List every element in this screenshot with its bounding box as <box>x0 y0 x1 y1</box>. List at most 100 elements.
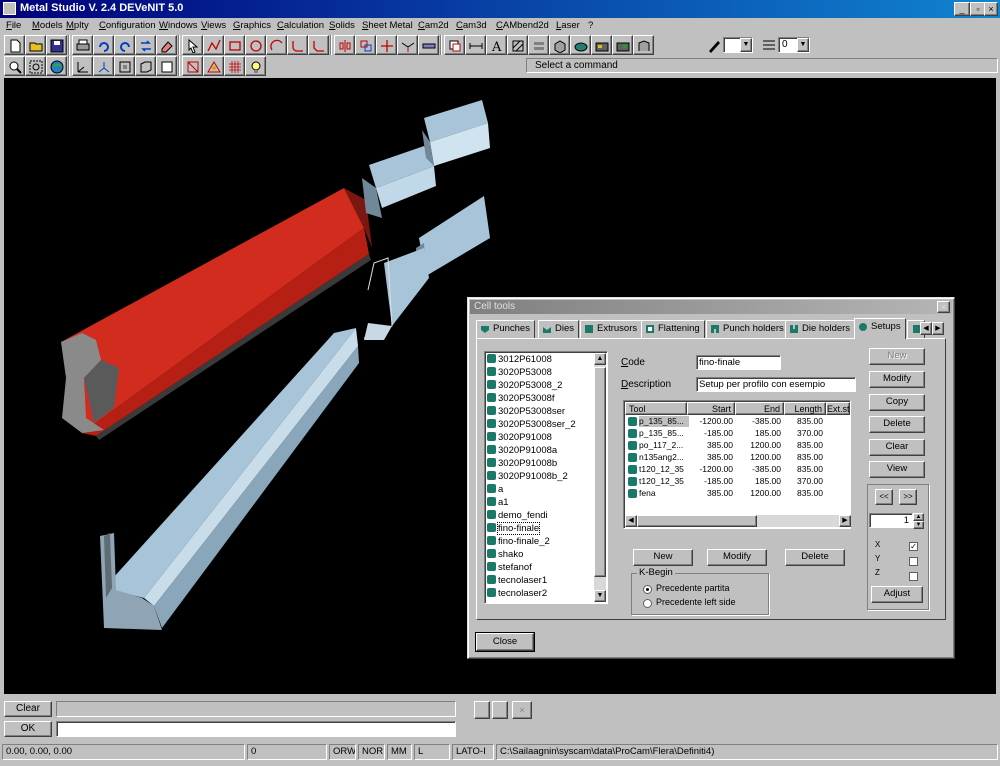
color-select[interactable]: ▼ <box>723 37 753 53</box>
tab-punch-holders[interactable]: Punch holders <box>706 320 789 338</box>
menu-solids[interactable]: Solids <box>329 20 355 31</box>
col-header-end[interactable]: End <box>735 402 784 415</box>
description-field[interactable]: Setup per profilo con esempio <box>696 377 856 392</box>
table-modify-button[interactable]: Modify <box>707 549 767 566</box>
scroll-up-button[interactable]: ▲ <box>594 353 606 365</box>
layers-button[interactable] <box>528 35 549 55</box>
menu-cam2d[interactable]: Cam2d <box>418 20 449 31</box>
redo-button[interactable] <box>114 35 135 55</box>
status-units[interactable]: MM <box>387 744 412 760</box>
tab-setups[interactable]: Setups <box>854 318 906 339</box>
circle-button[interactable] <box>245 35 266 55</box>
list-item[interactable]: 3020P53008ser <box>487 406 565 418</box>
adjust-button[interactable]: Adjust <box>871 586 923 603</box>
list-item[interactable]: 3020P53008_2 <box>487 380 562 392</box>
table-row[interactable]: t120_12_35 -1200.00 -385.00 835.00 <box>625 464 851 476</box>
list-item[interactable]: tecnolaser1 <box>487 575 547 587</box>
list-item[interactable]: a1 <box>487 497 509 509</box>
zoom-window-button[interactable] <box>25 56 46 76</box>
text-button[interactable]: A <box>486 35 507 55</box>
solid-view-button[interactable] <box>549 35 570 55</box>
table-row[interactable]: p_135_85... -185.00 185.00 370.00 <box>625 428 851 440</box>
setup-new-button[interactable]: New <box>869 348 925 365</box>
command-input[interactable] <box>56 721 456 737</box>
col-header-length[interactable]: Length <box>784 402 826 415</box>
chamfer-button[interactable] <box>308 35 329 55</box>
list-item[interactable]: shako <box>487 549 523 561</box>
polyline-button[interactable] <box>203 35 224 55</box>
view-1-button[interactable] <box>72 56 93 76</box>
print-button[interactable] <box>72 35 93 55</box>
grid-button[interactable] <box>224 56 245 76</box>
scroll-thumb[interactable] <box>594 367 606 577</box>
menu-file[interactable]: File <box>6 20 21 31</box>
bend-button[interactable] <box>633 35 654 55</box>
status-ortho[interactable]: ORW <box>329 744 356 760</box>
status-snap[interactable]: NOR <box>358 744 385 760</box>
menu-help[interactable]: ? <box>588 20 593 31</box>
spin-up-button[interactable]: ▲ <box>913 513 924 521</box>
tab-dies[interactable]: Dies <box>538 320 580 338</box>
cmd-nav-2-button[interactable] <box>492 701 508 719</box>
list-item[interactable]: tecnolaser2 <box>487 588 547 600</box>
next-button[interactable]: >> <box>899 489 917 505</box>
list-item[interactable]: 3020P53008f <box>487 393 555 405</box>
scroll-right-button[interactable]: ▶ <box>839 515 851 527</box>
setup-modify-button[interactable]: Modify <box>869 371 925 388</box>
cam3d-button[interactable] <box>612 35 633 55</box>
list-item[interactable]: demo_fendi <box>487 510 548 522</box>
menu-configuration[interactable]: Configuration <box>99 20 156 31</box>
layer-select[interactable]: 0 ▼ <box>778 37 810 53</box>
table-row[interactable]: po_117_2... 385.00 1200.00 835.00 <box>625 440 851 452</box>
table-horizontal-scrollbar[interactable]: ◀ ▶ <box>625 515 851 527</box>
setup-copy-button[interactable]: Copy <box>869 394 925 411</box>
chevron-down-icon[interactable]: ▼ <box>740 38 752 52</box>
snap-1-button[interactable] <box>182 56 203 76</box>
view-5-button[interactable] <box>156 56 177 76</box>
new-file-button[interactable] <box>4 35 25 55</box>
clear-command-button[interactable]: Clear <box>4 701 52 717</box>
list-item[interactable]: 3020P53008 <box>487 367 552 379</box>
mirror-button[interactable] <box>334 35 355 55</box>
close-window-button[interactable]: × <box>984 2 998 16</box>
check-x[interactable]: ✓ <box>909 542 918 551</box>
menu-cam3d[interactable]: Cam3d <box>456 20 487 31</box>
setup-list[interactable]: 3012P61008 3020P53008 3020P53008_2 3020P… <box>484 351 608 604</box>
col-header-ext[interactable]: Ext.st <box>826 402 850 415</box>
menu-models[interactable]: Models <box>32 20 63 31</box>
tab-flattening[interactable]: Flattening <box>641 320 705 338</box>
save-button[interactable] <box>46 35 67 55</box>
light-button[interactable] <box>245 56 266 76</box>
dialog-close-bottom-button[interactable]: Close <box>475 632 535 652</box>
step-input[interactable]: 1 <box>869 513 913 528</box>
col-header-start[interactable]: Start <box>687 402 735 415</box>
code-field[interactable]: fino-finale <box>696 355 781 370</box>
list-item[interactable]: a <box>487 484 503 496</box>
tool-table[interactable]: Tool Start End Length Ext.st p_135_85...… <box>623 400 851 529</box>
setup-view-button[interactable]: View <box>869 461 925 478</box>
measure-button[interactable] <box>465 35 486 55</box>
list-item[interactable]: stefanof <box>487 562 532 574</box>
ok-command-button[interactable]: OK <box>4 721 52 737</box>
tab-punches[interactable]: Punches <box>476 320 535 338</box>
chevron-down-icon[interactable]: ▼ <box>797 38 809 52</box>
spin-down-button[interactable]: ▼ <box>913 521 924 529</box>
offset-button[interactable] <box>355 35 376 55</box>
table-row[interactable]: fena 385.00 1200.00 835.00 <box>625 488 851 500</box>
view-2-button[interactable] <box>93 56 114 76</box>
setup-clear-button[interactable]: Clear <box>869 439 925 456</box>
table-row[interactable]: n135ang2... 385.00 1200.00 835.00 <box>625 452 851 464</box>
list-item-selected[interactable]: fino-finale <box>487 522 541 535</box>
table-delete-button[interactable]: Delete <box>785 549 845 566</box>
col-header-tool[interactable]: Tool <box>625 402 687 415</box>
scroll-down-button[interactable]: ▼ <box>594 590 606 602</box>
zoom-button[interactable] <box>4 56 25 76</box>
repeat-button[interactable] <box>135 35 156 55</box>
scroll-thumb[interactable] <box>637 515 757 527</box>
list-item[interactable]: 3020P91008 <box>487 432 552 444</box>
radio-precedente-partita[interactable] <box>643 585 652 594</box>
menu-mplty[interactable]: Mplty <box>66 20 89 31</box>
list-item[interactable]: 3020P91008a <box>487 445 557 457</box>
tab-scroll-left-button[interactable]: ◀ <box>920 322 932 335</box>
fillet-button[interactable] <box>287 35 308 55</box>
